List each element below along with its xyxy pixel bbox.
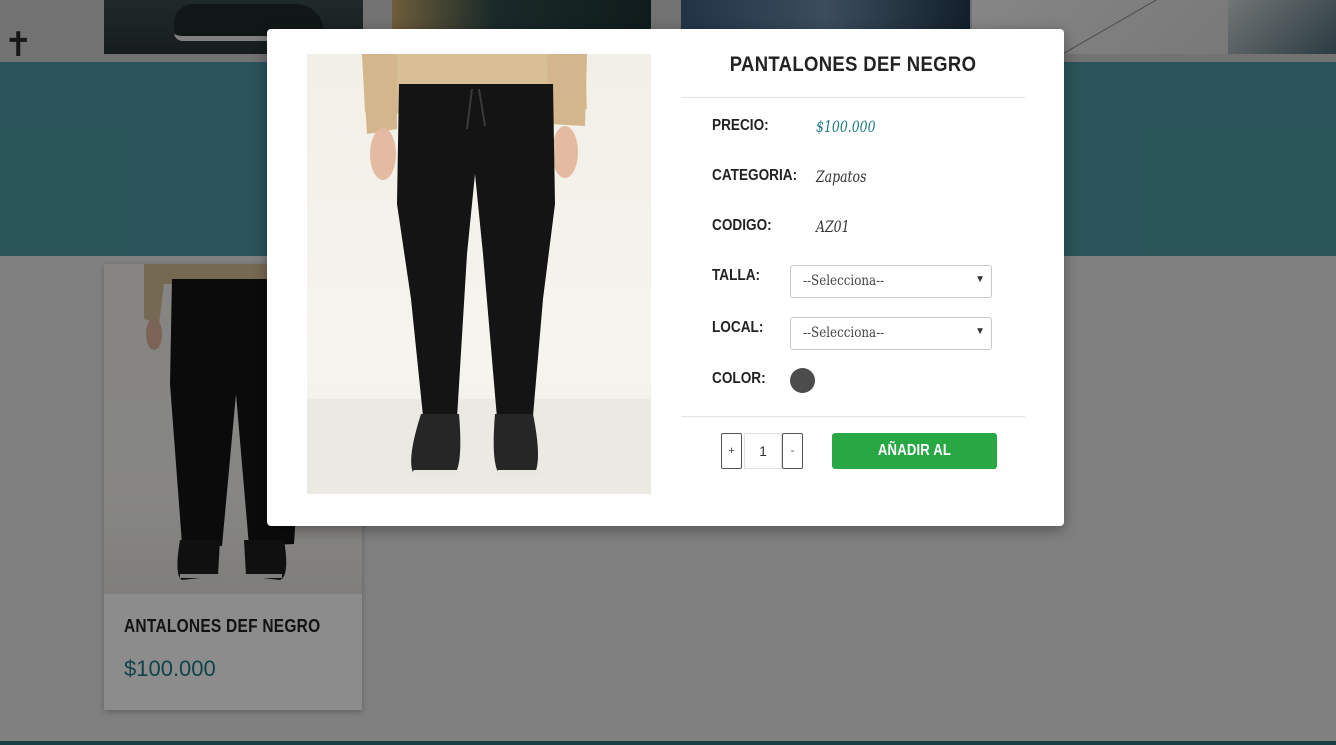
store-select[interactable]: --Selecciona-- ▼ [790,317,992,350]
product-image [307,54,651,494]
code-label: CODIGO: [712,217,772,234]
category-value: Zapatos [816,167,867,186]
quantity-minus-button[interactable]: - [782,433,803,469]
add-to-cart-label: AÑADIR AL CARRITO [877,442,952,495]
category-label: CATEGORIA: [712,167,798,184]
chevron-down-icon: ▼ [975,326,985,337]
color-swatch[interactable] [790,368,815,393]
store-label: LOCAL: [712,319,764,336]
color-label: COLOR: [712,370,766,387]
code-value: AZ01 [816,217,850,236]
size-label: TALLA: [712,267,761,284]
quantity-plus-button[interactable]: + [721,433,742,469]
divider-top [681,97,1025,98]
price-label: PRECIO: [712,117,769,134]
size-select-value: --Selecciona-- [803,273,885,289]
product-title: PANTALONES DEF NEGRO [729,53,977,76]
store-select-value: --Selecciona-- [803,325,885,341]
price-value: $100.000 [816,117,876,136]
chevron-down-icon: ▼ [975,274,985,285]
add-to-cart-button[interactable]: AÑADIR AL CARRITO [832,433,997,495]
quantity-input[interactable]: 1 [744,433,782,469]
divider-bottom [681,416,1025,417]
size-select[interactable]: --Selecciona-- ▼ [790,265,992,298]
product-modal: PANTALONES DEF NEGRO PRECIO: $100.000 CA… [267,29,1064,526]
page: ✝ ANTALONES DEF NEGRO $100.000 PANTALONE… [0,0,1336,745]
